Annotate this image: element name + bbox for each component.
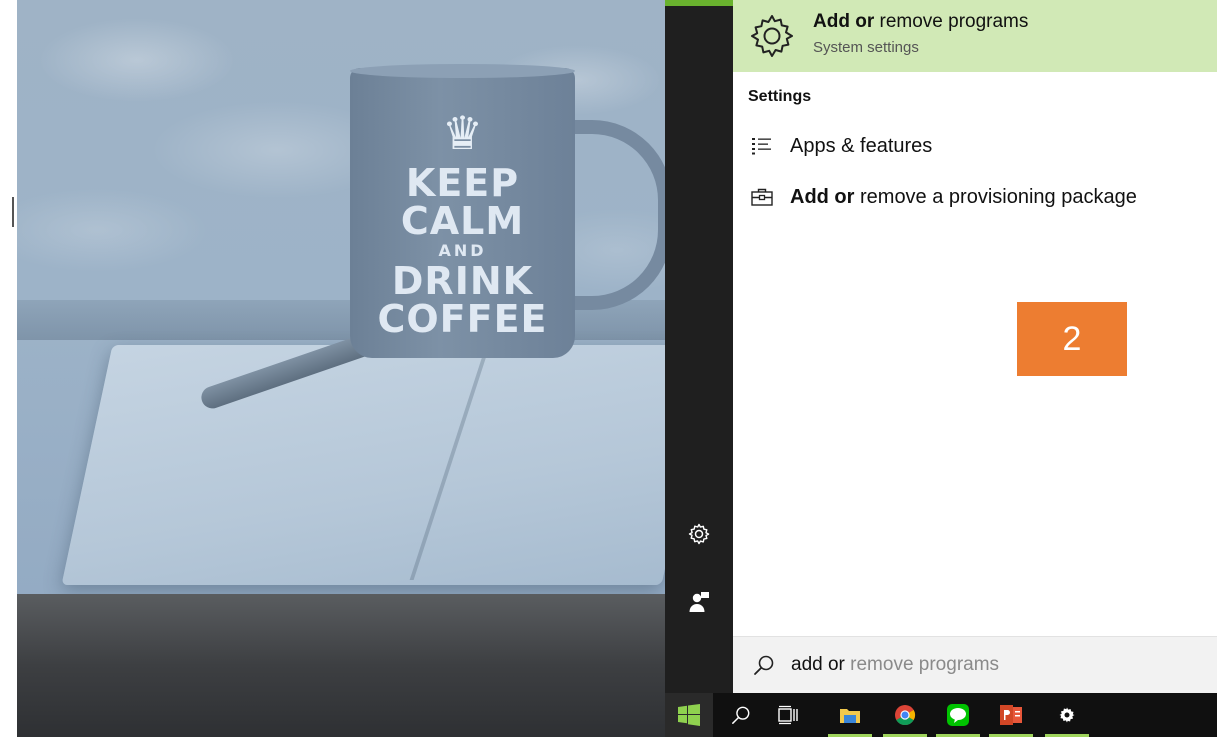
task-view-icon [778, 705, 798, 725]
powerpoint-button[interactable] [987, 693, 1035, 737]
best-match-result[interactable]: Add or remove programs System settings [733, 0, 1217, 72]
start-menu-rail [665, 0, 733, 693]
mug-text-line: DRINK [391, 259, 534, 303]
line-app-icon [947, 704, 969, 726]
taskbar [665, 693, 1217, 737]
notebook-image [61, 345, 665, 585]
file-explorer-button[interactable] [826, 693, 874, 737]
section-header-settings: Settings [748, 88, 812, 105]
result-apps-features[interactable]: Apps & features [733, 124, 1217, 168]
result-provisioning-package[interactable]: Add or remove a provisioning package [733, 175, 1217, 219]
search-query: add or remove programs [791, 654, 1000, 675]
taskbar-search-button[interactable] [717, 693, 765, 737]
gear-icon [688, 523, 710, 545]
settings-app-button[interactable] [1043, 693, 1091, 737]
windows-logo-icon [678, 704, 700, 726]
mug-text-line: COFFEE [377, 297, 548, 341]
search-results-pane: Add or remove programs System settings S… [733, 0, 1217, 636]
desktop-wallpaper: ♛ KEEP CALM AND DRINK COFFEE [17, 0, 665, 737]
result-label: Add or remove a provisioning package [790, 185, 1137, 208]
briefcase-icon [751, 188, 773, 206]
rail-user-button[interactable] [665, 578, 733, 626]
best-match-title: Add or remove programs [813, 10, 1029, 32]
chrome-button[interactable] [881, 693, 929, 737]
task-view-button[interactable] [764, 693, 812, 737]
rail-settings-button[interactable] [665, 510, 733, 558]
start-button[interactable] [665, 693, 713, 737]
line-app-button[interactable] [934, 693, 982, 737]
gear-icon [751, 15, 793, 57]
list-icon [752, 138, 771, 155]
search-icon [754, 655, 774, 675]
crown-icon: ♛ [441, 106, 484, 160]
mug-text-line: AND [438, 241, 487, 260]
rail-accent-strip [665, 0, 733, 6]
mug-text-line: KEEP [405, 161, 520, 205]
best-match-subtitle: System settings [813, 38, 919, 56]
folder-icon [840, 709, 860, 723]
start-search-input[interactable]: add or remove programs [733, 636, 1217, 693]
gear-icon [1059, 707, 1075, 723]
wallpaper-dark-band [17, 594, 665, 737]
mug-text-line: CALM [400, 199, 525, 243]
chrome-icon [895, 705, 916, 726]
powerpoint-icon [1000, 705, 1022, 725]
user-icon [689, 592, 709, 612]
search-icon [732, 706, 750, 724]
mug-rim [350, 64, 575, 78]
result-label: Apps & features [790, 134, 933, 157]
mug-print: ♛ KEEP CALM AND DRINK COFFEE [350, 110, 575, 338]
step-number-badge: 2 [1017, 302, 1127, 376]
text-caret [12, 197, 14, 227]
